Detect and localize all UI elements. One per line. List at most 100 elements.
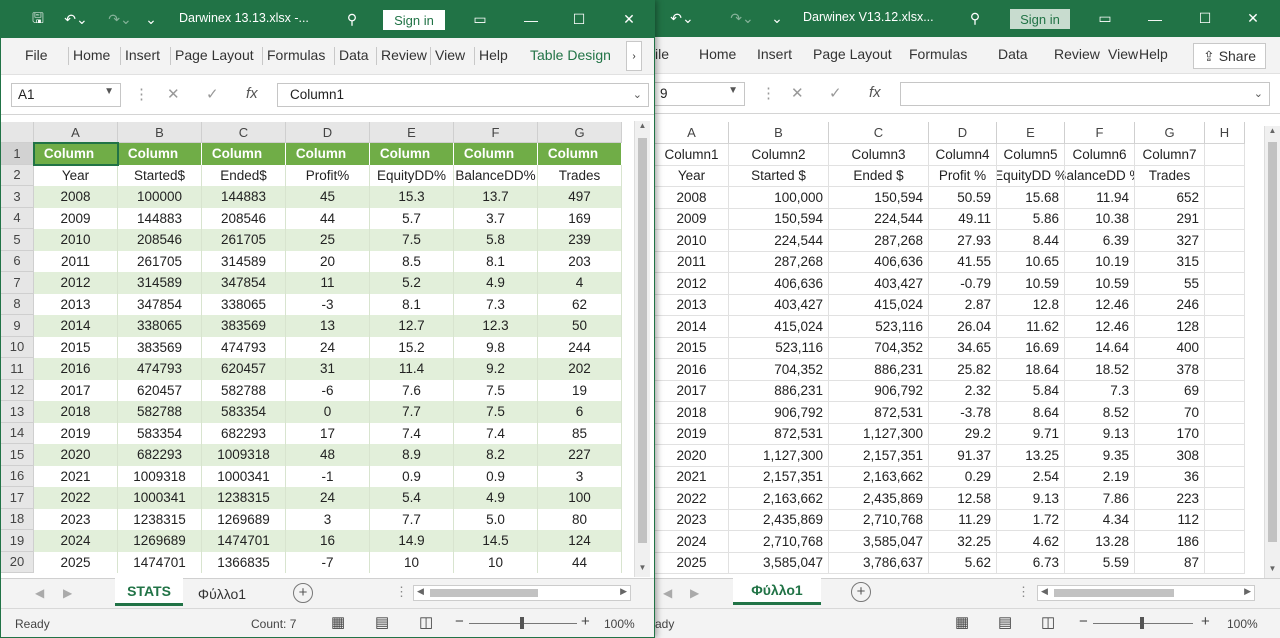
search-icon[interactable]: ⚲ xyxy=(960,0,990,37)
column-header-f[interactable]: F xyxy=(1065,122,1135,144)
table-cell[interactable]: 2025 xyxy=(655,552,729,574)
table-cell[interactable]: 11.62 xyxy=(997,316,1065,338)
cancel-icon[interactable]: ✕ xyxy=(167,85,180,103)
table-cell[interactable]: 2014 xyxy=(34,315,118,337)
table-cell[interactable]: 400 xyxy=(1135,337,1205,359)
table-cell[interactable]: 2018 xyxy=(655,402,729,424)
table-cell[interactable]: 11.29 xyxy=(929,509,997,531)
table-cell[interactable]: 2010 xyxy=(655,230,729,252)
table-cell[interactable]: 6.73 xyxy=(997,552,1065,574)
header-label-cell[interactable]: Column3 xyxy=(829,144,929,166)
header-label-cell[interactable]: Column1 xyxy=(655,144,729,166)
table-cell[interactable]: 2012 xyxy=(34,272,118,294)
table-cell[interactable]: 24 xyxy=(286,336,370,358)
table-cell[interactable]: 2024 xyxy=(34,530,118,552)
horizontal-scrollbar[interactable]: ◀ ▶ xyxy=(413,585,631,601)
table-cell[interactable]: 8.5 xyxy=(370,250,454,272)
table-cell[interactable]: 5.7 xyxy=(370,207,454,229)
vertical-scrollbar[interactable]: ▲ ▼ xyxy=(1264,126,1280,578)
page-break-icon[interactable]: ◫ xyxy=(1041,613,1055,631)
table-cell[interactable]: 170 xyxy=(1135,423,1205,445)
ribbon-tab-view[interactable]: View xyxy=(1108,46,1138,62)
header-label-cell[interactable]: Column7 xyxy=(1135,144,1205,166)
table-cell[interactable]: 2011 xyxy=(655,251,729,273)
column-header-e[interactable]: E xyxy=(370,122,454,143)
table-cell[interactable]: 25 xyxy=(286,229,370,251)
customize-qat-icon[interactable]: ⌄ xyxy=(767,0,787,37)
table-header-cell[interactable]: Column xyxy=(370,143,454,165)
table-cell[interactable]: 14.5 xyxy=(454,530,538,552)
header-label-cell[interactable]: BalanceDD% xyxy=(454,164,538,186)
table-cell[interactable]: 7.4 xyxy=(370,422,454,444)
column-header-c[interactable]: C xyxy=(829,122,929,144)
header-label-cell[interactable]: Profit% xyxy=(286,164,370,186)
ribbon-tab-page-layout[interactable]: Page Layout xyxy=(175,47,254,63)
empty-cell[interactable] xyxy=(1205,273,1245,295)
table-cell[interactable]: 7.3 xyxy=(1065,380,1135,402)
ribbon-tab-file[interactable]: File xyxy=(25,47,48,63)
ribbon-tab-home[interactable]: Home xyxy=(73,47,110,63)
table-cell[interactable]: 2,435,869 xyxy=(829,488,929,510)
table-cell[interactable]: 2010 xyxy=(34,229,118,251)
enter-icon[interactable]: ✓ xyxy=(829,84,842,102)
table-cell[interactable]: 29.2 xyxy=(929,423,997,445)
row-header[interactable]: 2 xyxy=(1,164,34,186)
ribbon-tab-formulas[interactable]: Formulas xyxy=(909,46,967,62)
table-cell[interactable]: 2023 xyxy=(655,509,729,531)
column-header-b[interactable]: B xyxy=(729,122,829,144)
table-cell[interactable]: 112 xyxy=(1135,509,1205,531)
table-cell[interactable]: 15.2 xyxy=(370,336,454,358)
table-cell[interactable]: 10.65 xyxy=(997,251,1065,273)
enter-icon[interactable]: ✓ xyxy=(206,85,219,103)
table-cell[interactable]: 3,585,047 xyxy=(829,531,929,553)
table-cell[interactable]: 0 xyxy=(286,401,370,423)
table-cell[interactable]: 406,636 xyxy=(829,251,929,273)
share-button[interactable]: ⇪ Share xyxy=(1193,43,1266,69)
ribbon-tab-view[interactable]: View xyxy=(435,47,465,63)
ribbon-tab-help[interactable]: Help xyxy=(1139,46,1168,62)
table-cell[interactable]: 3,786,637 xyxy=(829,552,929,574)
table-cell[interactable]: 872,531 xyxy=(729,423,829,445)
table-cell[interactable]: 2011 xyxy=(34,250,118,272)
table-cell[interactable]: 15.3 xyxy=(370,186,454,208)
table-cell[interactable]: -7 xyxy=(286,551,370,573)
table-cell[interactable]: 872,531 xyxy=(829,402,929,424)
sign-in-button[interactable]: Sign in xyxy=(1010,9,1070,29)
worksheet-grid[interactable]: A B C D E F G 1 Column Column Column Column Column Co… xyxy=(1,115,634,577)
table-cell[interactable]: 583354 xyxy=(118,422,202,444)
row-header[interactable]: 8 xyxy=(1,293,34,315)
table-cell[interactable]: 10 xyxy=(454,551,538,573)
column-header-d[interactable]: D xyxy=(286,122,370,143)
empty-cell[interactable] xyxy=(1205,294,1245,316)
table-cell[interactable]: 9.8 xyxy=(454,336,538,358)
sheet-tab-fyllo1[interactable]: Φύλλο1 xyxy=(187,583,257,605)
row-header[interactable]: 9 xyxy=(1,315,34,337)
table-cell[interactable]: 2,157,351 xyxy=(729,466,829,488)
table-cell[interactable]: 80 xyxy=(538,508,622,530)
table-cell[interactable]: 2.32 xyxy=(929,380,997,402)
table-cell[interactable]: 383569 xyxy=(202,315,286,337)
table-cell[interactable]: 2018 xyxy=(34,401,118,423)
column-header-h[interactable]: H xyxy=(1205,122,1245,144)
table-cell[interactable]: 2019 xyxy=(34,422,118,444)
table-cell[interactable]: 7.6 xyxy=(370,379,454,401)
table-cell[interactable]: 9.2 xyxy=(454,358,538,380)
table-cell[interactable]: 100 xyxy=(538,487,622,509)
table-cell[interactable]: 2016 xyxy=(655,359,729,381)
header-label-cell[interactable]: Trades xyxy=(538,164,622,186)
table-cell[interactable]: 150,594 xyxy=(829,187,929,209)
table-cell[interactable]: 1269689 xyxy=(202,508,286,530)
table-cell[interactable]: 50.59 xyxy=(929,187,997,209)
table-cell[interactable]: 2015 xyxy=(655,337,729,359)
zoom-out-icon[interactable]: − xyxy=(455,613,464,630)
zoom-level[interactable]: 100% xyxy=(604,617,635,631)
table-cell[interactable]: 203 xyxy=(538,250,622,272)
table-cell[interactable]: 2009 xyxy=(34,207,118,229)
table-cell[interactable]: 223 xyxy=(1135,488,1205,510)
table-cell[interactable]: 49.11 xyxy=(929,208,997,230)
header-label-cell[interactable]: Column5 xyxy=(997,144,1065,166)
table-cell[interactable]: 338065 xyxy=(202,293,286,315)
table-cell[interactable]: 27.93 xyxy=(929,230,997,252)
table-cell[interactable]: 10.19 xyxy=(1065,251,1135,273)
header-label-cell[interactable]: Ended $ xyxy=(829,165,929,187)
